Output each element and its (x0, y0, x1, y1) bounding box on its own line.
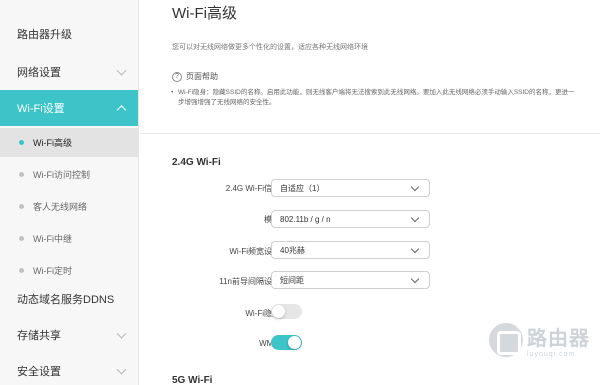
bullet-dot-icon (19, 203, 24, 209)
watermark-text: 路由器 luyouqi.com (527, 322, 590, 358)
watermark-logo-icon (489, 323, 523, 357)
mode-select[interactable]: 802.11b / g / n (271, 210, 430, 228)
help-text-content: Wi-Fi隐身：隐藏SSID的名称。启用此功能，则无线客户端将无法搜索到此无线网… (178, 89, 575, 106)
bandwidth-select-value: 40兆赫 (280, 245, 305, 255)
channel-select-value: 自适应（1） (280, 183, 325, 193)
bullet-dot-icon (19, 235, 24, 241)
sidebar-subitem-wifi-advanced[interactable]: Wi-Fi高级 (0, 128, 138, 157)
watermark-title: 路由器 (527, 328, 590, 350)
sidebar-item-label: 存储共享 (17, 330, 61, 342)
wifi-hide-toggle[interactable] (271, 304, 302, 319)
sidebar-item-ddns[interactable]: 动态域名服务DDNS (0, 282, 138, 316)
chevron-down-icon (410, 274, 420, 284)
sidebar-subitem-label: Wi-Fi访问控制 (33, 169, 90, 180)
page-help-label: 页面帮助 (186, 72, 218, 81)
chevron-down-icon (410, 213, 420, 223)
sidebar-item-label: 路由器升级 (17, 29, 72, 41)
toggle-knob (288, 336, 301, 349)
sidebar-item-label: 安全设置 (17, 366, 61, 378)
watermark-url: luyouqi.com (527, 351, 576, 358)
chevron-down-icon (116, 328, 127, 339)
mode-select-value: 802.11b / g / n (280, 214, 331, 224)
sidebar-item-label: Wi-Fi设置 (17, 103, 65, 115)
sidebar-subitem-label: 客人无线网络 (33, 201, 88, 212)
section-divider (140, 133, 600, 134)
sidebar-item-label: 网络设置 (17, 67, 61, 79)
bullet-dot-icon (19, 267, 24, 273)
section-title-5g: 5G Wi-Fi (172, 375, 213, 385)
bullet-dot-icon (19, 171, 24, 177)
sidebar-item-network-settings[interactable]: 网络设置 (0, 54, 138, 90)
question-icon: ? (172, 71, 182, 82)
chevron-down-icon (116, 364, 127, 375)
chevron-down-icon (116, 65, 127, 76)
sidebar-subitem-wifi-access-control[interactable]: Wi-Fi访问控制 (0, 158, 138, 190)
sidebar-item-wifi-settings[interactable]: Wi-Fi设置 (0, 90, 138, 126)
channel-select[interactable]: 自适应（1） (271, 179, 430, 197)
sidebar-item-storage-sharing[interactable]: 存储共享 (0, 318, 138, 352)
guard-interval-select[interactable]: 短间距 (271, 271, 430, 289)
bullet-dot-icon (19, 140, 24, 145)
sidebar-subitem-guest-network[interactable]: 客人无线网络 (0, 190, 138, 222)
chevron-down-icon (410, 244, 420, 254)
watermark: 路由器 luyouqi.com (489, 322, 590, 358)
sidebar-subitem-wifi-repeater[interactable]: Wi-Fi中继 (0, 222, 138, 254)
chevron-down-icon (410, 182, 420, 192)
sidebar-item-router-upgrade[interactable]: 路由器升级 (0, 14, 138, 54)
toggle-knob (272, 305, 285, 318)
chevron-up-icon (116, 105, 127, 116)
page-title: Wi-Fi高级 (172, 5, 237, 22)
bandwidth-select[interactable]: 40兆赫 (271, 241, 430, 259)
page-help-link[interactable]: ? 页面帮助 (172, 71, 218, 82)
sidebar-item-label: 动态域名服务DDNS (17, 294, 115, 306)
sidebar-subitem-label: Wi-Fi定时 (33, 265, 72, 276)
sidebar-item-security-settings[interactable]: 安全设置 (0, 354, 138, 385)
page-description: 您可以对无线网络做更多个性化的设置，适应各种无线网络环境 (172, 44, 368, 51)
sidebar-subitem-label: Wi-Fi中继 (33, 233, 72, 244)
guard-interval-select-value: 短间距 (280, 275, 304, 285)
sidebar-subitem-label: Wi-Fi高级 (33, 138, 72, 148)
help-text: • Wi-Fi隐身：隐藏SSID的名称。启用此功能，则无线客户端将无法搜索到此无… (171, 88, 578, 108)
bullet-dot-icon: • (171, 89, 174, 96)
sidebar: 路由器升级 网络设置 Wi-Fi设置 Wi-Fi高级 Wi-Fi访问控制 客人无… (0, 0, 139, 385)
wmm-toggle[interactable] (271, 335, 302, 350)
section-title-2-4g: 2.4G Wi-Fi (172, 157, 221, 168)
